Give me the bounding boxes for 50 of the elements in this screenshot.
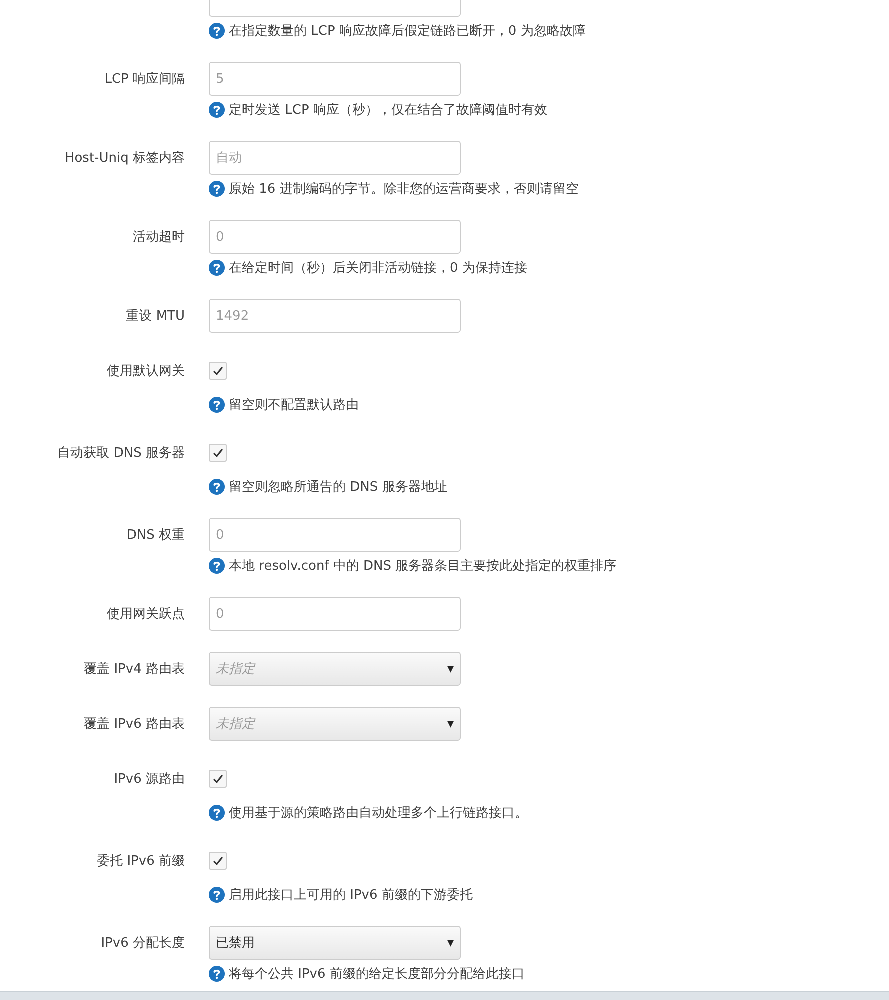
field-label: 覆盖 IPv6 路由表 <box>83 716 186 733</box>
select-dropdown[interactable]: 已禁用 ▾ <box>209 926 461 960</box>
checkbox[interactable] <box>209 444 227 462</box>
field-label: Host-Uniq 标签内容 <box>64 150 186 167</box>
field-label: IPv6 源路由 <box>113 771 186 788</box>
help-icon <box>209 102 225 118</box>
select-dropdown[interactable]: 未指定 ▾ <box>209 652 461 686</box>
help-icon <box>209 23 225 39</box>
field-label: LCP 响应间隔 <box>104 71 186 88</box>
checkmark-icon <box>212 447 224 459</box>
help-text: 在指定数量的 LCP 响应故障后假定链路已断开，0 为忽略故障 <box>229 23 586 40</box>
help-icon <box>209 397 225 413</box>
input-field[interactable]: 0 <box>209 220 461 254</box>
help-icon <box>209 181 225 197</box>
select-dropdown[interactable]: 未指定 ▾ <box>209 707 461 741</box>
checkmark-icon <box>212 773 224 785</box>
help-text: 在给定时间（秒）后关闭非活动链接，0 为保持连接 <box>229 260 528 277</box>
field-label: 自动获取 DNS 服务器 <box>56 445 186 462</box>
field-label: 使用网关跃点 <box>106 606 186 623</box>
help-text: 定时发送 LCP 响应（秒），仅在结合了故障阈值时有效 <box>229 102 548 119</box>
field-label: 活动超时 <box>132 229 186 246</box>
checkmark-icon <box>212 365 224 377</box>
help-icon <box>209 260 225 276</box>
input-field[interactable]: 5 <box>209 62 461 96</box>
field-label: 使用默认网关 <box>106 363 186 380</box>
help-icon <box>209 887 225 903</box>
input-field[interactable]: 0 <box>209 597 461 631</box>
field-label: 覆盖 IPv4 路由表 <box>83 661 186 678</box>
help-text: 留空则忽略所通告的 DNS 服务器地址 <box>229 479 448 496</box>
input-field[interactable]: 0 <box>209 518 461 552</box>
field-label: 重设 MTU <box>125 308 186 325</box>
help-text: 使用基于源的策略路由自动处理多个上行链路接口。 <box>229 805 528 822</box>
help-text: 留空则不配置默认路由 <box>229 397 359 414</box>
input-field[interactable]: 1492 <box>209 299 461 333</box>
help-text: 原始 16 进制编码的字节。除非您的运营商要求，否则请留空 <box>229 181 579 198</box>
checkbox[interactable] <box>209 852 227 870</box>
help-text: 本地 resolv.conf 中的 DNS 服务器条目主要按此处指定的权重排序 <box>229 558 617 575</box>
field-label: 委托 IPv6 前缀 <box>96 853 186 870</box>
help-icon <box>209 479 225 495</box>
checkmark-icon <box>212 855 224 867</box>
field-label: DNS 权重 <box>126 527 186 544</box>
help-icon <box>209 805 225 821</box>
checkbox[interactable] <box>209 770 227 788</box>
help-text: 启用此接口上可用的 IPv6 前缀的下游委托 <box>229 887 473 904</box>
field-label: IPv6 分配长度 <box>100 935 186 952</box>
help-text: 将每个公共 IPv6 前缀的给定长度部分分配给此接口 <box>229 966 525 983</box>
input-field[interactable]: 自动 <box>209 141 461 175</box>
help-icon <box>209 558 225 574</box>
checkbox[interactable] <box>209 362 227 380</box>
help-icon <box>209 966 225 982</box>
